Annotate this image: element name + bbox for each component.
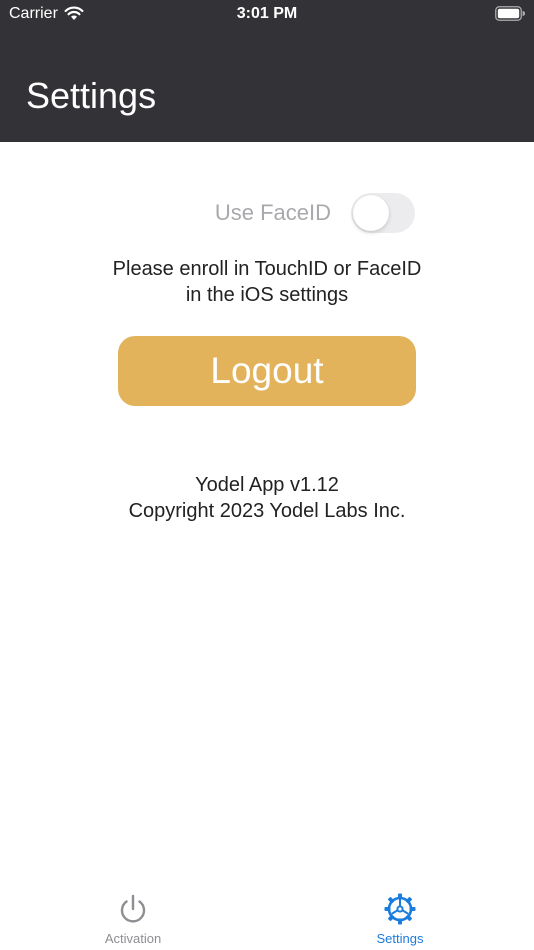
- status-bar: Carrier 3:01 PM: [0, 0, 534, 30]
- battery-icon: [495, 6, 525, 21]
- tab-activation[interactable]: Activation: [73, 892, 193, 950]
- toggle-knob: [353, 195, 389, 231]
- tab-activation-label: Activation: [104, 931, 162, 946]
- logout-button[interactable]: Logout: [118, 336, 416, 406]
- page-title: Settings: [26, 75, 157, 116]
- power-icon: [120, 894, 146, 923]
- tab-bar: Activation Settings: [0, 884, 534, 950]
- clock: 3:01 PM: [236, 5, 298, 22]
- faceid-toggle[interactable]: [351, 193, 415, 233]
- header: Carrier 3:01 PM Settings: [0, 0, 534, 142]
- settings-screen: Carrier 3:01 PM Settings Use FaceID Plea…: [0, 0, 534, 950]
- tab-settings[interactable]: Settings: [340, 892, 460, 950]
- enroll-message: Please enroll in TouchID or FaceID in th…: [0, 256, 534, 308]
- tab-settings-label: Settings: [376, 931, 424, 946]
- about-info: Yodel App v1.12 Copyright 2023 Yodel Lab…: [0, 472, 534, 524]
- gear-icon: [384, 893, 416, 925]
- faceid-label: Use FaceID: [214, 200, 331, 225]
- copyright: Copyright 2023 Yodel Labs Inc.: [128, 500, 406, 522]
- enroll-message-line1: Please enroll in TouchID or FaceID: [112, 258, 422, 280]
- app-version: Yodel App v1.12: [195, 474, 339, 496]
- faceid-row: Use FaceID: [0, 193, 534, 234]
- enroll-message-line2: in the iOS settings: [185, 284, 349, 306]
